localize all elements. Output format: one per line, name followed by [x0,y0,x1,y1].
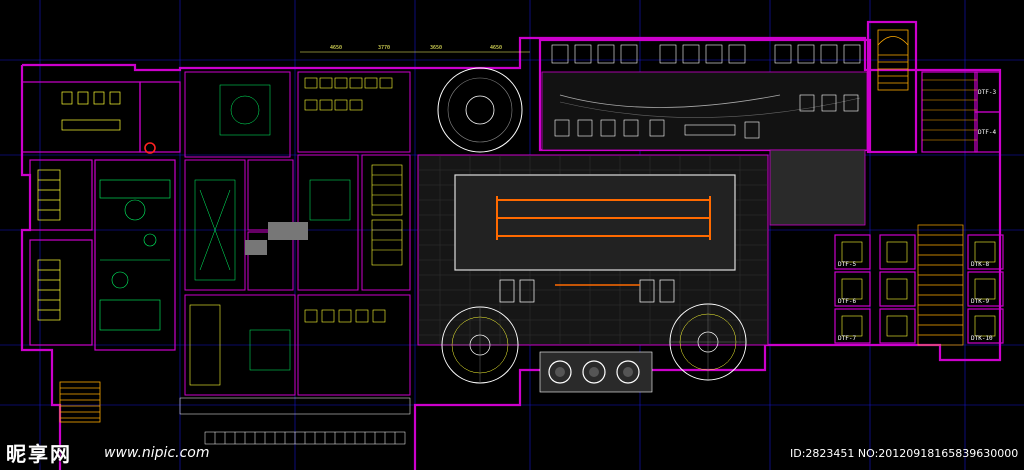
dim-2: 3770 [378,45,390,51]
hot-tubs [539,351,653,393]
gray-block-2 [245,240,267,255]
dim-1: 4650 [330,45,342,51]
cabin-column-mid [879,234,916,344]
gray-block [268,222,308,240]
gym-side-floor [769,149,866,226]
label-dtf-6: DTF-6 [838,298,856,305]
label-dtk-8: DTK-8 [971,261,989,268]
cabin-beds [841,241,996,337]
dim-3: 3650 [430,45,442,51]
cabin-column-left [834,234,871,344]
label-dtk-9: DTK-9 [971,298,989,305]
central-stair-right [917,224,964,346]
dim-4: 4650 [490,45,502,51]
round-room-right [669,303,747,381]
floor-plan-drawing: DTF-3 DTF-4 DTF-5 DTF-6 DTF-7 DTK-8 DTK-… [0,0,1024,470]
round-room-top [437,67,523,153]
label-dtf-7: DTF-7 [838,335,856,342]
label-dtf-3: DTF-3 [978,89,996,96]
left-fixtures [37,91,121,321]
gym-floor [541,71,868,151]
left-stair [59,381,101,423]
round-room-left [441,306,519,384]
watermark-url: www.nipic.com [104,445,210,461]
label-dtf-5: DTF-5 [838,261,856,268]
cabin-column-right [967,234,1004,344]
watermark-id: ID:2823451 NO:20120918165839630000 [790,447,1019,460]
left-green-details [99,179,171,331]
watermark-logo: 昵享网 [6,442,72,466]
upper-right-hatch [922,79,977,141]
label-dtk-10: DTK-10 [971,335,993,342]
label-dtf-4: DTF-4 [978,129,996,136]
